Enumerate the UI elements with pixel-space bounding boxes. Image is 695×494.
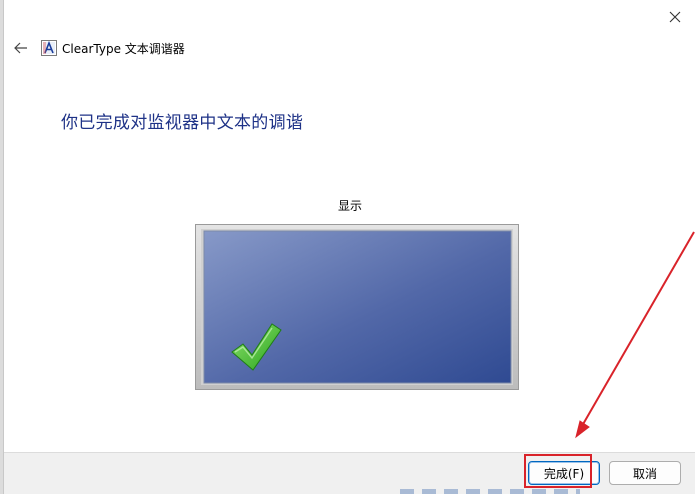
display-label: 显示	[337, 199, 362, 213]
taskbar-strip	[400, 489, 580, 494]
back-arrow-icon	[14, 42, 27, 54]
window-title: ClearType 文本调谐器	[62, 42, 185, 56]
close-icon	[669, 11, 681, 23]
page-heading: 你已完成对监视器中文本的调谐	[61, 113, 304, 133]
finish-button[interactable]: 完成(F)	[528, 461, 600, 485]
dialog-footer: 完成(F) 取消	[4, 452, 695, 494]
monitor-illustration	[195, 224, 519, 390]
cancel-button[interactable]: 取消	[609, 461, 681, 485]
cleartype-app-icon	[41, 40, 57, 56]
back-button[interactable]	[11, 38, 31, 58]
cleartype-dialog: ClearType 文本调谐器 你已完成对监视器中文本的调谐 显示 完成(F) …	[3, 0, 695, 494]
close-button[interactable]	[661, 4, 689, 30]
